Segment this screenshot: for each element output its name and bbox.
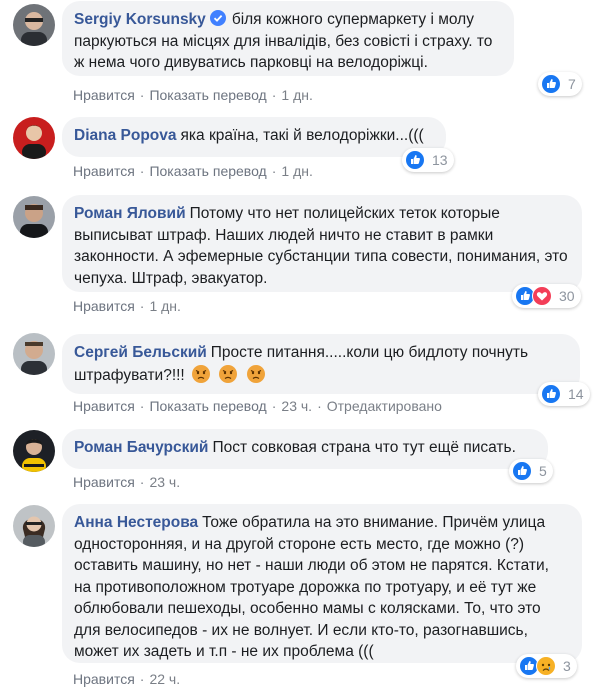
author-name[interactable]: Роман Яловий [74, 205, 186, 222]
timestamp[interactable]: 23 ч. [281, 398, 312, 414]
comment-bubble: Diana Popova яка країна, такі й велодоріж… [62, 117, 446, 157]
timestamp[interactable]: 22 ч. [149, 671, 180, 687]
like-link[interactable]: Нравится [73, 474, 135, 490]
reactions-summary[interactable]: 14 [538, 382, 590, 406]
comment-actions: Нравится · Показать перевод · 1 дн. [73, 87, 313, 103]
like-icon [541, 384, 561, 404]
avatar[interactable] [13, 117, 55, 159]
reaction-count: 5 [539, 463, 547, 479]
reaction-count: 3 [563, 658, 571, 674]
sad-icon [536, 656, 556, 676]
comment-bubble: Роман Бачурский Пост совковая страна что … [62, 429, 548, 469]
translate-link[interactable]: Показать перевод [149, 398, 266, 414]
like-link[interactable]: Нравится [73, 87, 135, 103]
angry-face-icon [191, 364, 211, 391]
comment-actions: Нравится · 23 ч. [73, 474, 181, 490]
reaction-count: 7 [568, 76, 576, 92]
reactions-summary[interactable]: 13 [402, 148, 454, 172]
comment-actions: Нравится · 22 ч. [73, 671, 181, 687]
timestamp[interactable]: 1 дн. [281, 163, 312, 179]
reaction-count: 30 [559, 288, 575, 304]
comment-actions: Нравится · Показать перевод · 1 дн. [73, 163, 313, 179]
translate-link[interactable]: Показать перевод [149, 87, 266, 103]
avatar[interactable] [13, 430, 55, 472]
avatar[interactable] [13, 333, 55, 375]
author-name[interactable]: Сергей Бельский [74, 344, 207, 361]
comment-bubble: Сергей Бельский Просте питання.....коли ц… [62, 334, 580, 394]
reactions-summary[interactable]: 30 [512, 284, 581, 308]
comment-bubble: Роман Яловий Потому что нет полицейских т… [62, 195, 582, 292]
like-link[interactable]: Нравится [73, 298, 135, 314]
like-icon [541, 74, 561, 94]
timestamp[interactable]: 1 дн. [281, 87, 312, 103]
author-name[interactable]: Роман Бачурский [74, 439, 208, 456]
avatar[interactable] [13, 505, 55, 547]
like-icon [512, 461, 532, 481]
reactions-summary[interactable]: 3 [516, 654, 577, 678]
like-link[interactable]: Нравится [73, 163, 135, 179]
comment-actions: Нравится · 1 дн. [73, 298, 181, 314]
author-name[interactable]: Анна Нестерова [74, 514, 198, 531]
comment-text: Пост совковая страна что тут ещё писать. [212, 439, 516, 456]
comment-text: Тоже обратила на это внимание. Причём ул… [74, 514, 549, 660]
verified-badge-icon [209, 10, 226, 26]
reaction-count: 13 [432, 152, 448, 168]
love-icon [532, 286, 552, 306]
translate-link[interactable]: Показать перевод [149, 163, 266, 179]
like-link[interactable]: Нравится [73, 398, 135, 414]
timestamp[interactable]: 23 ч. [149, 474, 180, 490]
comment-bubble: Sergiy Korsunsky біля кожного супермаркет… [62, 1, 514, 76]
avatar[interactable] [13, 4, 55, 46]
reactions-summary[interactable]: 5 [509, 459, 553, 483]
comment-bubble: Анна Нестерова Тоже обратила на это внима… [62, 504, 582, 663]
angry-face-icon [218, 364, 238, 391]
edited-label[interactable]: Отредактировано [327, 398, 442, 414]
like-icon [405, 150, 425, 170]
avatar[interactable] [13, 196, 55, 238]
comment-text: яка країна, такі й велодоріжки...((( [180, 127, 424, 144]
comment-actions: Нравится · Показать перевод · 23 ч. · Отредакт… [73, 398, 442, 414]
reaction-count: 14 [568, 386, 584, 402]
angry-face-icon [246, 364, 266, 391]
author-name[interactable]: Sergiy Korsunsky [74, 11, 206, 28]
author-name[interactable]: Diana Popova [74, 127, 177, 144]
like-link[interactable]: Нравится [73, 671, 135, 687]
timestamp[interactable]: 1 дн. [149, 298, 180, 314]
reactions-summary[interactable]: 7 [538, 72, 582, 96]
